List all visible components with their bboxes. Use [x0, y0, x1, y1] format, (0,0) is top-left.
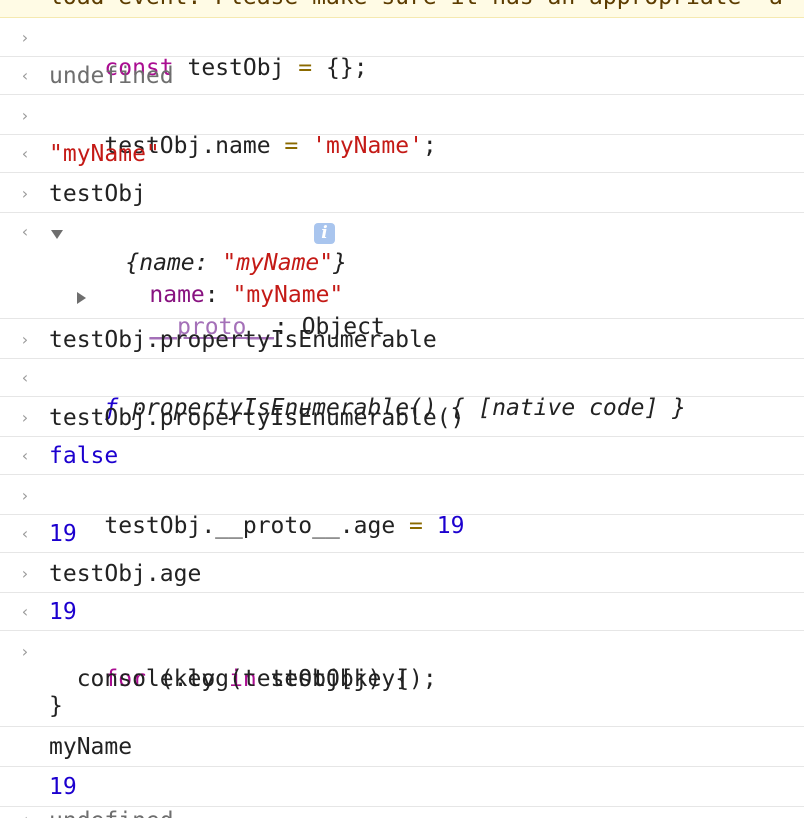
prompt-chevron-icon: › — [21, 106, 29, 125]
expand-triangle-icon[interactable] — [77, 292, 86, 304]
info-icon[interactable]: i — [314, 223, 335, 244]
prompt-chevron-icon: › — [21, 564, 29, 583]
prompt-chevron-icon: › — [21, 184, 29, 203]
return-arrow-icon: ‹ — [21, 446, 29, 465]
console-result-entry: ‹ undefined — [0, 807, 804, 818]
result-value: "myName" — [49, 141, 160, 167]
console-result-entry: ‹ false — [0, 437, 804, 475]
console-result-entry: ‹ "myName" — [0, 135, 804, 173]
console-input-entry[interactable]: › for (key in testObj) { console.log(tes… — [0, 632, 804, 727]
return-arrow-icon: ‹ — [21, 144, 29, 163]
console-input-entry[interactable]: › testObj.age — [0, 554, 804, 593]
console-input-entry[interactable]: › const testObj = {}; — [0, 18, 804, 81]
result-value: 19 — [49, 521, 77, 547]
result-value: false — [49, 443, 119, 469]
console-result-entry: ‹ undefined — [0, 57, 804, 95]
prompt-chevron-icon: › — [21, 330, 29, 349]
console-result-entry: ‹ ƒ propertyIsEnumerable() { [native cod… — [0, 359, 804, 421]
return-arrow-icon: ‹ — [21, 368, 29, 387]
warning-text: load event. Please make sure it has an a… — [49, 0, 783, 10]
return-arrow-icon: ‹ — [21, 222, 29, 241]
return-arrow-icon: ‹ — [18, 812, 32, 818]
return-arrow-icon: ‹ — [21, 602, 29, 621]
warning-message: load event. Please make sure it has an a… — [0, 0, 804, 18]
console-input-entry[interactable]: › testObj.__proto__.age = 19 — [0, 476, 804, 539]
prompt-chevron-icon: › — [21, 642, 29, 661]
console-result-entry: ‹ 19 — [0, 593, 804, 631]
return-arrow-icon: ‹ — [21, 66, 29, 85]
prompt-chevron-icon: › — [21, 408, 29, 427]
result-value: 19 — [49, 599, 77, 625]
collapse-triangle-icon[interactable] — [51, 230, 63, 239]
console-result-entry: ‹ {name: "myName"} i name: "myName" __pr… — [0, 213, 804, 340]
console-result-entry: ‹ 19 — [0, 515, 804, 553]
prompt-chevron-icon: › — [21, 486, 29, 505]
console-log-entry: myName — [0, 727, 804, 767]
console-input-entry[interactable]: › testObj.propertyIsEnumerable() — [0, 398, 804, 437]
result-value: undefined — [49, 63, 174, 89]
console-input-entry[interactable]: › testObj — [0, 174, 804, 213]
prompt-chevron-icon: › — [21, 28, 29, 47]
return-arrow-icon: ‹ — [21, 524, 29, 543]
console-input-entry[interactable]: › testObj.name = 'myName'; — [0, 96, 804, 159]
console-input-entry[interactable]: › testObj.propertyIsEnumerable — [0, 320, 804, 359]
console-log-entry: 19 — [0, 767, 804, 807]
